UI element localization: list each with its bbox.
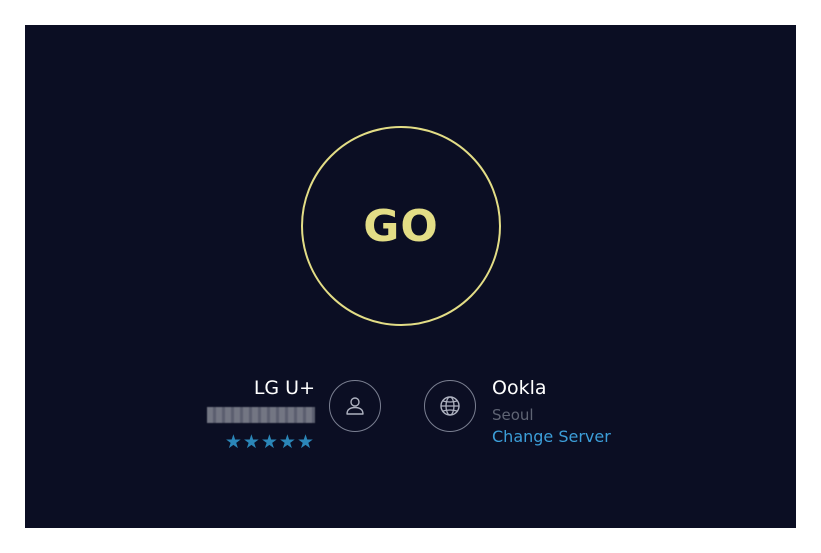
go-button[interactable]: GO	[301, 126, 501, 326]
isp-ip-address-redacted	[207, 407, 315, 423]
user-icon	[329, 380, 381, 432]
server-city: Seoul	[492, 406, 534, 424]
go-label: GO	[363, 200, 439, 252]
change-server-link[interactable]: Change Server	[492, 426, 611, 448]
isp-name: LG U+	[253, 377, 315, 399]
speedtest-panel: GO LG U+ ★★★★★ Ookla Seoul Change Server	[25, 25, 796, 528]
isp-info: LG U+ ★★★★★	[145, 375, 315, 453]
user-icon-glyph	[346, 397, 364, 415]
isp-rating-stars: ★★★★★	[224, 431, 315, 453]
server-name: Ookla	[492, 377, 547, 399]
server-info: Ookla Seoul Change Server	[492, 375, 692, 448]
globe-icon[interactable]	[424, 380, 476, 432]
globe-icon-glyph	[440, 396, 460, 416]
